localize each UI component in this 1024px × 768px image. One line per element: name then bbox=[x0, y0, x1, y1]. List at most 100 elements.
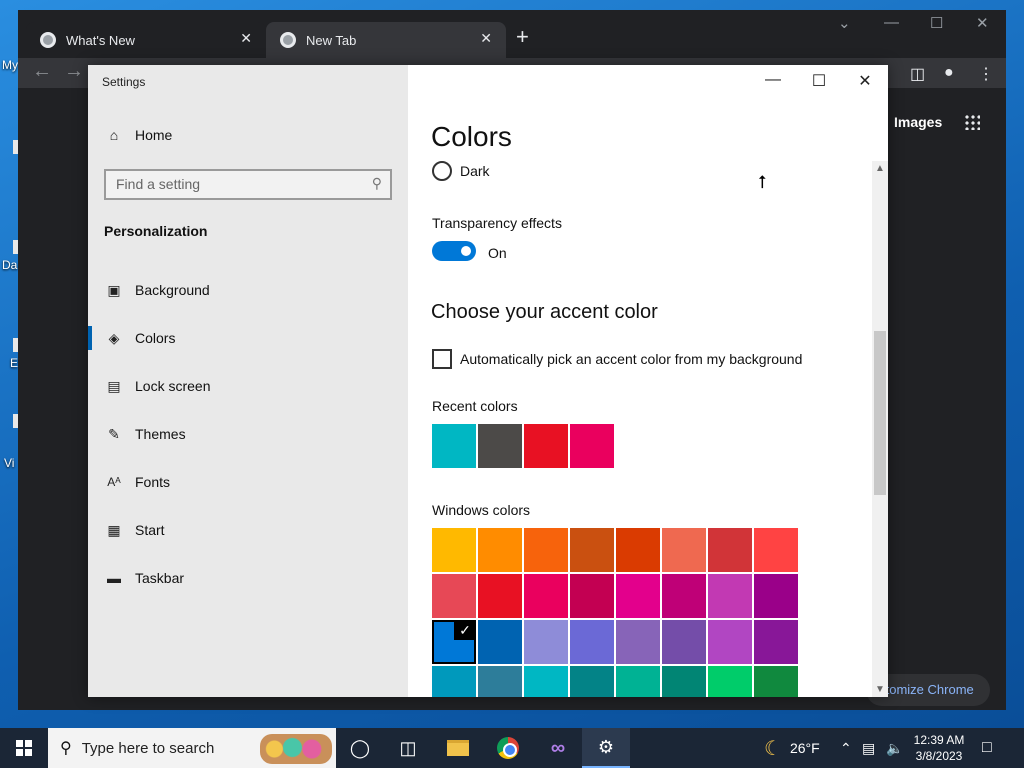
desktop-icon-label[interactable]: Da bbox=[2, 258, 17, 272]
transparency-toggle[interactable] bbox=[432, 241, 476, 261]
color-swatch[interactable] bbox=[708, 528, 752, 572]
color-swatch[interactable] bbox=[662, 620, 706, 664]
notification-icon[interactable]: □ bbox=[982, 728, 992, 768]
color-swatch[interactable] bbox=[662, 574, 706, 618]
volume-icon[interactable]: 🔈 bbox=[886, 728, 903, 768]
color-swatch[interactable] bbox=[616, 666, 660, 697]
desktop-icon-label[interactable]: E bbox=[10, 356, 18, 370]
recent-color-swatch[interactable] bbox=[570, 424, 614, 468]
auto-accent-checkbox[interactable] bbox=[432, 349, 452, 369]
color-swatch[interactable] bbox=[616, 528, 660, 572]
apps-grid-icon[interactable] bbox=[964, 114, 980, 130]
desktop-icon-label[interactable]: Vi bbox=[4, 456, 14, 470]
toggle-state-label: On bbox=[488, 245, 507, 261]
back-arrow-icon[interactable]: ← bbox=[32, 60, 52, 83]
sidebar-item-themes[interactable]: ✎ Themes bbox=[88, 414, 408, 454]
color-swatch[interactable] bbox=[524, 528, 568, 572]
chevron-down-icon[interactable]: ⌄ bbox=[838, 14, 851, 32]
minimize-icon[interactable]: — bbox=[763, 71, 783, 89]
color-swatch[interactable] bbox=[616, 574, 660, 618]
color-swatch[interactable] bbox=[524, 620, 568, 664]
color-swatch[interactable] bbox=[524, 666, 568, 697]
color-swatch[interactable] bbox=[708, 620, 752, 664]
chevron-up-icon[interactable]: ⌃ bbox=[840, 728, 852, 768]
scroll-up-icon[interactable]: ▲ bbox=[872, 163, 888, 174]
new-tab-button[interactable]: + bbox=[516, 24, 529, 50]
close-tab-icon[interactable]: ✕ bbox=[240, 30, 252, 47]
auto-accent-checkbox-row[interactable]: Automatically pick an accent color from … bbox=[432, 349, 802, 369]
color-swatch[interactable] bbox=[708, 574, 752, 618]
color-swatch[interactable] bbox=[432, 574, 476, 618]
color-swatch[interactable] bbox=[662, 528, 706, 572]
profile-icon[interactable]: ● bbox=[944, 64, 954, 82]
settings-gear-icon[interactable]: ⚙ bbox=[582, 728, 630, 768]
sidebar-item-label: Background bbox=[135, 282, 210, 298]
themes-icon: ✎ bbox=[108, 425, 120, 442]
side-panel-icon[interactable]: ◫ bbox=[910, 64, 925, 84]
more-menu-icon[interactable]: ⋮ bbox=[978, 64, 994, 84]
recent-color-swatch[interactable] bbox=[524, 424, 568, 468]
color-swatch[interactable] bbox=[616, 620, 660, 664]
start-button[interactable] bbox=[0, 728, 48, 768]
minimize-icon[interactable]: — bbox=[884, 14, 899, 31]
close-tab-icon[interactable]: ✕ bbox=[480, 30, 492, 47]
selected-color-swatch[interactable] bbox=[432, 620, 476, 664]
file-explorer-icon[interactable] bbox=[434, 728, 482, 768]
color-swatch[interactable] bbox=[478, 620, 522, 664]
color-swatch[interactable] bbox=[662, 666, 706, 697]
search-placeholder: Find a setting bbox=[116, 176, 201, 192]
recent-color-swatch[interactable] bbox=[432, 424, 476, 468]
settings-window: Settings ⌂ Home Find a setting ⚲ Persona… bbox=[88, 65, 888, 697]
sidebar-item-label: Fonts bbox=[135, 474, 171, 490]
sidebar-item-taskbar[interactable]: ▬ Taskbar bbox=[88, 558, 408, 598]
close-icon[interactable]: ✕ bbox=[976, 14, 989, 32]
visual-studio-icon[interactable]: ∞ bbox=[534, 728, 582, 768]
content-scrollbar[interactable]: ▲ ▼ bbox=[872, 161, 888, 697]
desktop-icon-label[interactable]: My bbox=[2, 58, 18, 72]
network-icon[interactable]: ▤ bbox=[862, 728, 875, 768]
sidebar-item-start[interactable]: ▦ Start bbox=[88, 510, 408, 550]
forward-arrow-icon[interactable]: → bbox=[64, 60, 84, 83]
images-link[interactable]: Images bbox=[894, 114, 942, 130]
sidebar-item-fonts[interactable]: Aᴬ Fonts bbox=[88, 462, 408, 502]
color-swatch[interactable] bbox=[432, 666, 476, 697]
scroll-down-icon[interactable]: ▼ bbox=[872, 684, 888, 695]
color-swatch[interactable] bbox=[478, 528, 522, 572]
color-swatch[interactable] bbox=[570, 666, 614, 697]
window-title: Settings bbox=[102, 75, 146, 89]
find-setting-search-input[interactable]: Find a setting ⚲ bbox=[104, 169, 392, 200]
color-swatch[interactable] bbox=[754, 574, 798, 618]
color-swatch[interactable] bbox=[754, 620, 798, 664]
sidebar-item-background[interactable]: ▣ Background bbox=[88, 270, 408, 310]
color-swatch[interactable] bbox=[708, 666, 752, 697]
color-swatch[interactable] bbox=[570, 574, 614, 618]
chrome-tab[interactable]: New Tab ✕ bbox=[266, 22, 506, 58]
radio-button[interactable] bbox=[432, 161, 452, 181]
chrome-taskbar-icon[interactable] bbox=[484, 728, 532, 768]
home-nav-item[interactable]: ⌂ Home bbox=[104, 127, 173, 143]
color-swatch[interactable] bbox=[432, 528, 476, 572]
color-swatch[interactable] bbox=[478, 574, 522, 618]
scroll-thumb[interactable] bbox=[874, 331, 886, 495]
color-swatch[interactable] bbox=[754, 528, 798, 572]
chrome-tab[interactable]: What's New ✕ bbox=[26, 22, 266, 58]
system-clock[interactable]: 12:39 AM 3/8/2023 bbox=[908, 732, 970, 764]
maximize-icon[interactable]: ☐ bbox=[930, 14, 943, 32]
cortana-icon[interactable]: ◯ bbox=[336, 728, 384, 768]
color-swatch[interactable] bbox=[478, 666, 522, 697]
dark-mode-radio[interactable]: Dark bbox=[432, 161, 490, 181]
close-icon[interactable]: ✕ bbox=[855, 71, 875, 91]
color-swatch[interactable] bbox=[570, 528, 614, 572]
windows-logo-icon bbox=[16, 740, 32, 756]
maximize-icon[interactable]: ☐ bbox=[809, 71, 829, 91]
weather-widget[interactable]: ☾ 26°F bbox=[764, 728, 820, 768]
chrome-tab-strip: What's New ✕ New Tab ✕ + ⌄ — ☐ ✕ bbox=[18, 10, 1006, 58]
sidebar-item-colors[interactable]: ◈ Colors bbox=[88, 318, 408, 358]
taskbar-search-box[interactable]: ⚲ Type here to search bbox=[48, 728, 336, 768]
recent-color-swatch[interactable] bbox=[478, 424, 522, 468]
color-swatch[interactable] bbox=[754, 666, 798, 697]
color-swatch[interactable] bbox=[524, 574, 568, 618]
task-view-icon[interactable]: ◫ bbox=[384, 728, 432, 768]
sidebar-item-lock-screen[interactable]: ▤ Lock screen bbox=[88, 366, 408, 406]
color-swatch[interactable] bbox=[570, 620, 614, 664]
